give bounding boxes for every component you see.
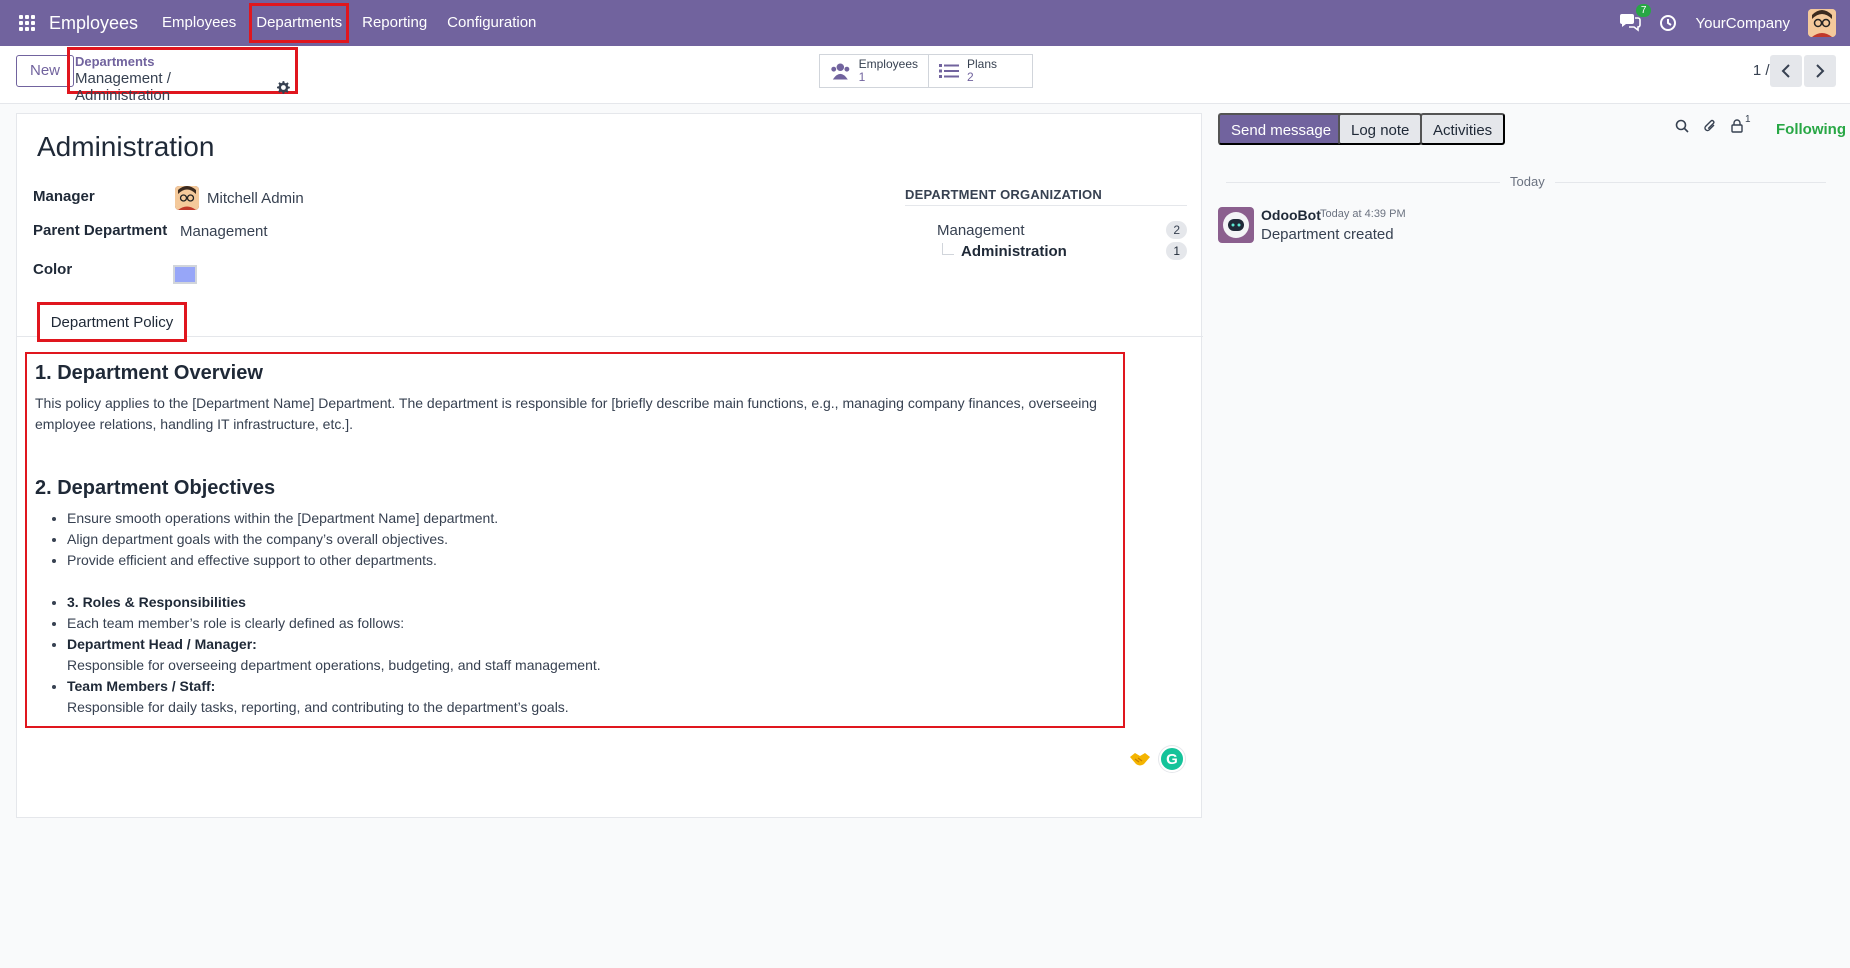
followers-count: 1: [1745, 114, 1751, 125]
smart-buttons: Employees 1 Plans 2: [819, 54, 1033, 88]
main-menu: Employees Departments Reporting Configur…: [152, 0, 546, 46]
new-button[interactable]: New: [16, 55, 75, 87]
log-note-button[interactable]: Log note: [1338, 113, 1423, 145]
policy-overview-text: This policy applies to the [Department N…: [35, 395, 1097, 432]
messages-button[interactable]: 7: [1619, 4, 1652, 34]
manager-field[interactable]: Mitchell Admin: [175, 186, 304, 210]
navbar-right: 7 YourCompany: [1619, 4, 1836, 37]
org-item-name: Administration: [961, 242, 1067, 260]
search-icon[interactable]: [1675, 119, 1689, 133]
parent-department-field[interactable]: Management: [180, 223, 268, 240]
list-item: Ensure smooth operations within the [Dep…: [67, 508, 1123, 529]
company-switcher[interactable]: YourCompany: [1695, 15, 1790, 32]
manager-name: Mitchell Admin: [207, 189, 304, 207]
top-navbar: Employees Employees Departments Reportin…: [0, 0, 1850, 46]
department-organization-title: DEPARTMENT ORGANIZATION: [905, 187, 1187, 206]
plans-smart-text: Plans 2: [967, 58, 997, 84]
pager-next-button[interactable]: [1804, 55, 1836, 87]
roles-title: 3. Roles & Responsibilities: [67, 594, 246, 610]
policy-list: Ensure smooth operations within the [Dep…: [35, 508, 1123, 718]
activities-button[interactable]: Activities: [1420, 113, 1506, 145]
policy-heading-objectives: 2. Department Objectives: [35, 477, 276, 499]
grammarly-icon[interactable]: G: [1159, 746, 1185, 772]
list-item: Department Head / Manager: Responsible fo…: [67, 634, 1123, 676]
list-item: Each team member’s role is clearly defin…: [67, 613, 1123, 634]
plans-smart-value: 2: [967, 70, 974, 84]
menu-configuration[interactable]: Configuration: [437, 0, 546, 46]
list-icon: [939, 64, 959, 78]
lock-icon: [1731, 119, 1743, 133]
employees-smart-text: Employees 1: [859, 58, 918, 84]
employees-smart-label: Employees: [858, 57, 918, 71]
pager-buttons: [1770, 55, 1836, 87]
parent-department-label: Parent Department: [33, 222, 168, 239]
chevron-right-icon: [1816, 64, 1825, 78]
org-item-count: 1: [1166, 242, 1187, 260]
breadcrumb: Departments Management / Administration: [67, 47, 298, 104]
apps-grid-icon[interactable]: [17, 13, 37, 33]
pager-previous-button[interactable]: [1770, 55, 1802, 87]
org-tree-connector: [942, 243, 954, 255]
policy-heading-overview: 1. Department Overview: [35, 362, 263, 384]
clock-icon[interactable]: [1659, 14, 1677, 32]
manager-label: Manager: [33, 188, 95, 205]
handshake-icon[interactable]: [1129, 751, 1151, 767]
message-author[interactable]: OdooBot: [1261, 207, 1321, 223]
tabs-divider: [17, 336, 1203, 337]
chevron-left-icon: [1781, 64, 1790, 78]
message-timestamp: Today at 4:39 PM: [1320, 208, 1406, 220]
date-separator-label: Today: [1500, 174, 1555, 189]
message-body: Department created: [1261, 226, 1394, 243]
breadcrumb-current-label: Management / Administration: [75, 70, 171, 104]
user-avatar[interactable]: [1808, 9, 1836, 37]
org-item-administration[interactable]: Administration 1: [961, 242, 1187, 260]
messages-count-badge: 7: [1635, 4, 1652, 17]
list-item: 3. Roles & Responsibilities: [67, 592, 1123, 613]
org-item-count: 2: [1166, 221, 1187, 239]
list-item: Provide efficient and effective support …: [67, 550, 1123, 571]
employees-smart-button[interactable]: Employees 1: [820, 55, 928, 87]
list-item: Align department goals with the company’…: [67, 529, 1123, 550]
users-icon: [831, 63, 850, 80]
followers-button[interactable]: 1: [1731, 114, 1751, 133]
paperclip-icon[interactable]: [1703, 118, 1717, 134]
department-name-field[interactable]: Administration: [37, 131, 214, 163]
following-button[interactable]: Following: [1776, 121, 1846, 138]
control-panel: New Departments Management / Administrat…: [0, 46, 1850, 104]
color-picker[interactable]: [173, 265, 197, 284]
menu-employees[interactable]: Employees: [152, 0, 246, 46]
manager-avatar: [175, 186, 199, 210]
list-spacer: [67, 571, 1123, 592]
editor-extensions: G: [1129, 746, 1185, 772]
send-message-button[interactable]: Send message: [1218, 113, 1345, 145]
odoobot-avatar[interactable]: [1218, 207, 1254, 243]
head-title: Department Head / Manager:: [67, 636, 257, 652]
tab-department-policy[interactable]: Department Policy: [37, 302, 187, 342]
employees-smart-value: 1: [858, 70, 866, 84]
menu-reporting[interactable]: Reporting: [352, 0, 437, 46]
form-sheet: Administration Manager Mitchell Admin Pa…: [16, 113, 1203, 818]
breadcrumb-current: Management / Administration: [75, 70, 290, 104]
policy-editor[interactable]: 1. Department Overview This policy appli…: [25, 352, 1125, 728]
menu-departments[interactable]: Departments: [246, 0, 352, 46]
app-brand[interactable]: Employees: [49, 13, 138, 34]
head-description: Responsible for overseeing department op…: [67, 657, 601, 673]
list-item: Team Members / Staff: Responsible for dai…: [67, 676, 1123, 718]
chatter-tools: 1: [1675, 114, 1751, 134]
plans-smart-button[interactable]: Plans 2: [928, 55, 1032, 87]
color-label: Color: [33, 261, 73, 278]
breadcrumb-departments-link[interactable]: Departments: [75, 54, 290, 69]
org-item-management[interactable]: Management 2: [937, 221, 1187, 239]
staff-description: Responsible for daily tasks, reporting, …: [67, 699, 569, 715]
gear-icon[interactable]: [277, 80, 290, 94]
org-item-name: Management: [937, 221, 1025, 239]
staff-title: Team Members / Staff:: [67, 678, 216, 694]
